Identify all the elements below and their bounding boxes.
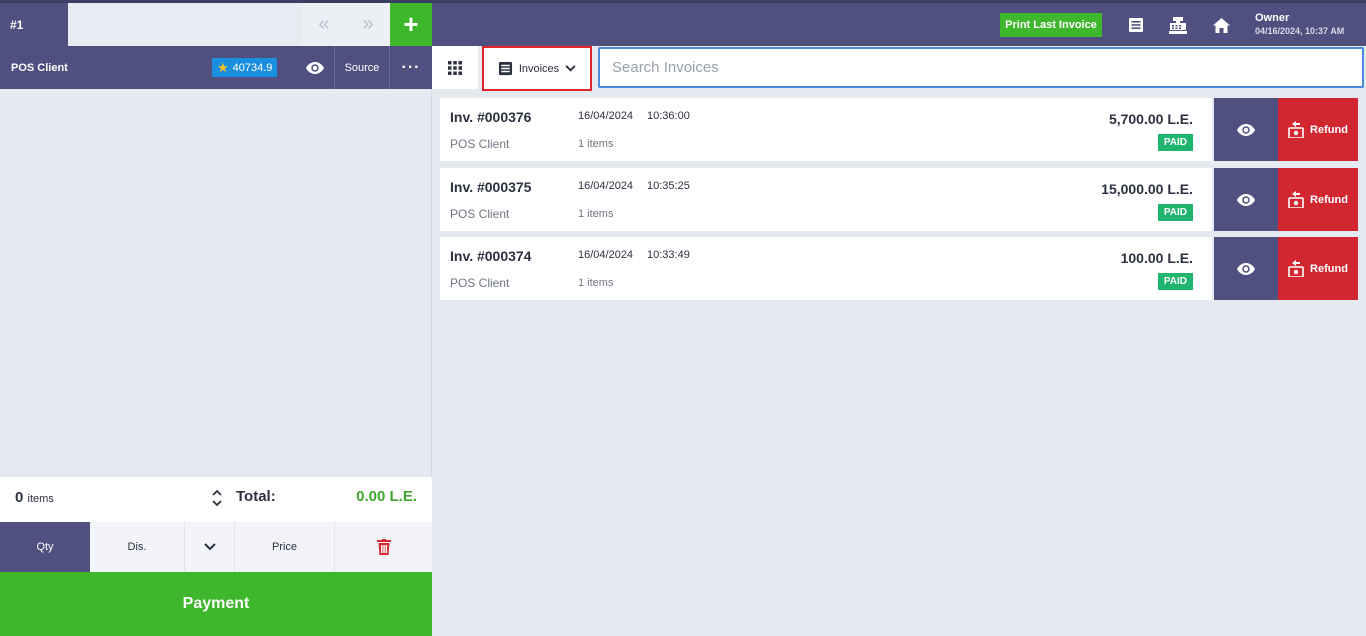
invoice-items: 1 items (578, 138, 614, 150)
star-icon: ★ (217, 59, 229, 75)
items-count-label: items (27, 493, 54, 505)
invoice-row: Inv. #000375 16/04/2024 10:35:25 POS Cli… (440, 168, 1358, 231)
total-value: 0.00 L.E. (356, 488, 417, 505)
qty-mode-button[interactable]: Qty (0, 522, 90, 572)
client-bar: POS Client ★ 40734.9 Source ··· (0, 46, 432, 89)
invoice-date: 16/04/2024 (578, 180, 634, 192)
eye-icon (1237, 262, 1255, 275)
delete-button[interactable] (335, 522, 432, 572)
status-badge: PAID (1157, 204, 1193, 221)
invoice-amount: 5,700.00 L.E. (1108, 111, 1193, 127)
ellipsis-icon: ··· (401, 58, 421, 76)
invoice-number: Inv. #000375 (450, 179, 532, 195)
cash-register-icon (1169, 16, 1187, 34)
search-invoices-input[interactable] (598, 47, 1364, 88)
next-tab-button[interactable]: » (346, 3, 390, 46)
invoice-date: 16/04/2024 (578, 249, 634, 261)
document-icon (1129, 18, 1143, 32)
top-header: Print Last Invoice Owner 04/16/2024, 10:… (432, 3, 1366, 46)
refund-button[interactable]: Refund (1278, 237, 1358, 300)
double-chevron-left-icon: « (318, 13, 330, 35)
refund-button[interactable]: Refund (1278, 168, 1358, 231)
invoice-time: 10:33:49 (647, 249, 690, 261)
invoice-number: Inv. #000376 (450, 109, 532, 125)
numpad-mode-row: Qty Dis. Price (0, 522, 432, 572)
chevron-down-icon (565, 65, 576, 72)
view-client-button[interactable] (296, 46, 334, 89)
view-invoice-button[interactable] (1214, 98, 1278, 161)
invoice-card[interactable]: Inv. #000375 16/04/2024 10:35:25 POS Cli… (440, 168, 1212, 231)
cash-register-button[interactable] (1164, 11, 1192, 39)
status-badge: PAID (1157, 134, 1193, 151)
eye-icon (306, 61, 324, 74)
discount-options-button[interactable] (185, 522, 235, 572)
invoice-number: Inv. #000374 (450, 248, 532, 264)
invoice-card[interactable]: Inv. #000376 16/04/2024 10:36:00 POS Cli… (440, 98, 1212, 161)
double-chevron-right-icon: » (362, 13, 374, 35)
client-name[interactable]: POS Client (11, 62, 68, 74)
status-badge: PAID (1157, 273, 1193, 290)
refund-icon (1288, 260, 1304, 277)
add-order-button[interactable]: + (390, 3, 432, 46)
invoice-amount: 15,000.00 L.E. (1101, 181, 1193, 197)
refund-label: Refund (1310, 193, 1348, 206)
invoice-time: 10:35:25 (647, 180, 690, 192)
invoices-nav-button[interactable] (1122, 11, 1150, 39)
refund-icon (1288, 191, 1304, 208)
previous-tab-button[interactable]: « (302, 3, 346, 46)
sort-toggle[interactable] (212, 489, 222, 508)
invoice-amount: 100.00 L.E. (1120, 250, 1193, 266)
invoice-items: 1 items (578, 208, 614, 220)
cart-items-area (0, 89, 432, 477)
invoices-dropdown-label: Invoices (518, 62, 560, 75)
refund-button[interactable]: Refund (1278, 98, 1358, 161)
invoice-row: Inv. #000374 16/04/2024 10:33:49 POS Cli… (440, 237, 1358, 300)
current-datetime: 04/16/2024, 10:37 AM (1255, 26, 1345, 36)
trash-icon (376, 539, 391, 555)
home-button[interactable] (1207, 11, 1235, 39)
invoice-card[interactable]: Inv. #000374 16/04/2024 10:33:49 POS Cli… (440, 237, 1212, 300)
invoice-items: 1 items (578, 277, 614, 289)
invoice-client: POS Client (450, 137, 510, 151)
document-icon (498, 61, 512, 76)
sort-arrows-icon (212, 489, 222, 507)
invoice-client: POS Client (450, 207, 510, 221)
items-count-value: 0 (15, 489, 24, 506)
invoices-dropdown[interactable]: Invoices (482, 46, 592, 91)
user-info[interactable]: Owner 04/16/2024, 10:37 AM (1255, 12, 1344, 36)
grid-icon (448, 60, 462, 75)
grid-view-button[interactable] (432, 46, 479, 89)
order-tab-1[interactable]: #1 (0, 3, 68, 46)
refund-label: Refund (1310, 123, 1348, 136)
payment-button[interactable]: Payment (0, 572, 432, 636)
plus-icon: + (403, 9, 419, 39)
discount-mode-button[interactable]: Dis. (90, 522, 185, 572)
print-last-invoice-button[interactable]: Print Last Invoice (1000, 13, 1102, 37)
invoices-toolbar: Invoices (432, 46, 1366, 91)
order-tabs-area (68, 3, 302, 46)
refund-icon (1288, 121, 1304, 138)
invoice-time: 10:36:00 (647, 110, 690, 122)
user-name: Owner (1255, 12, 1290, 24)
totals-row: 0 items Total: 0.00 L.E. (0, 477, 432, 522)
source-button[interactable]: Source (334, 46, 389, 89)
invoice-date: 16/04/2024 (578, 110, 634, 122)
home-icon (1212, 17, 1230, 33)
chevron-down-icon (203, 543, 216, 551)
refund-label: Refund (1310, 262, 1348, 275)
invoice-row: Inv. #000376 16/04/2024 10:36:00 POS Cli… (440, 98, 1358, 161)
view-invoice-button[interactable] (1214, 168, 1278, 231)
points-value: 40734.9 (232, 61, 273, 74)
loyalty-points-badge: ★ 40734.9 (212, 58, 278, 77)
invoice-client: POS Client (450, 276, 510, 290)
price-mode-button[interactable]: Price (235, 522, 335, 572)
view-invoice-button[interactable] (1214, 237, 1278, 300)
total-label: Total: (236, 488, 276, 505)
eye-icon (1237, 193, 1255, 206)
items-count: 0 items (15, 489, 54, 506)
eye-icon (1237, 123, 1255, 136)
more-options-button[interactable]: ··· (389, 46, 432, 89)
